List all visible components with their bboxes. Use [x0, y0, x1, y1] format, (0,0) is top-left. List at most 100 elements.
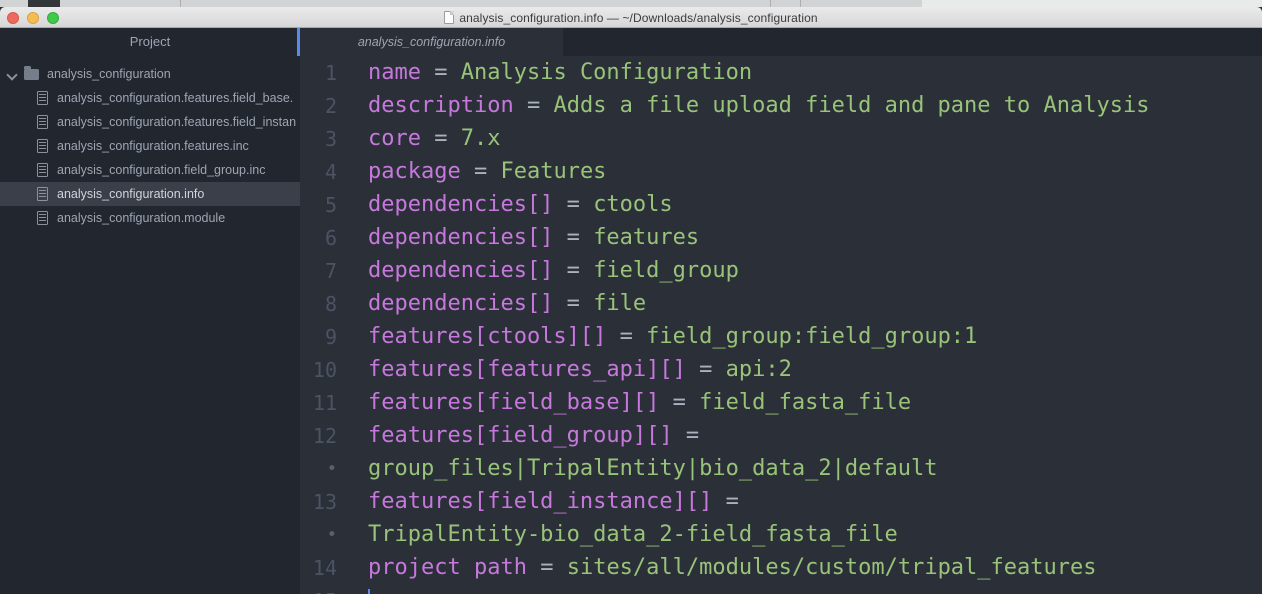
code-line-text: project path = sites/all/modules/custom/…	[352, 555, 1097, 580]
code-segment: project path	[368, 555, 527, 580]
project-sidebar[interactable]: Project analysis_configuration analysis_…	[0, 28, 300, 594]
code-segment: =	[527, 555, 567, 580]
code-line-text: features[field_instance][] =	[352, 489, 739, 514]
editor-pane: analysis_configuration.info 1 name = Ana…	[300, 28, 1262, 594]
code-line-text: core = 7.x	[352, 126, 500, 151]
tree-item[interactable]: analysis_configuration.features.field_in…	[0, 110, 300, 134]
code-segment: =	[514, 93, 554, 118]
code-line[interactable]: 13 features[field_instance][] =	[300, 485, 1262, 518]
line-number[interactable]: 12	[300, 424, 352, 448]
tree-item[interactable]: analysis_configuration.features.field_ba…	[0, 86, 300, 110]
tree-item[interactable]: analysis_configuration.module	[0, 206, 300, 230]
active-pane-accent	[297, 28, 300, 56]
code-segment: =	[421, 126, 461, 151]
line-number[interactable]: 3	[300, 127, 352, 151]
code-segment: Features	[500, 159, 606, 184]
code-line[interactable]: 14 project path = sites/all/modules/cust…	[300, 551, 1262, 584]
background-window-divider	[800, 0, 801, 7]
tree-item-label: analysis_configuration.field_group.inc	[57, 163, 265, 177]
code-line[interactable]: • group_files|TripalEntity|bio_data_2|de…	[300, 452, 1262, 485]
tab-label: analysis_configuration.info	[358, 35, 505, 49]
line-number[interactable]: 8	[300, 292, 352, 316]
line-number[interactable]: •	[300, 525, 352, 545]
code-line-text: dependencies[] = features	[352, 225, 699, 250]
code-line[interactable]: 8 dependencies[] = file	[300, 287, 1262, 320]
code-segment: features[ctools][]	[368, 324, 606, 349]
tree-item[interactable]: analysis_configuration.info	[0, 182, 300, 206]
code-segment: field_fasta_file	[699, 390, 911, 415]
code-line-text: features[features_api][] = api:2	[352, 357, 792, 382]
line-number[interactable]: 14	[300, 556, 352, 580]
code-segment: name	[368, 60, 421, 85]
main-area: Project analysis_configuration analysis_…	[0, 28, 1262, 594]
code-line-text	[352, 588, 370, 594]
tree-item-label: analysis_configuration.info	[57, 187, 204, 201]
code-line[interactable]: 15	[300, 584, 1262, 594]
line-number[interactable]: 7	[300, 259, 352, 283]
code-segment: features[field_group][]	[368, 423, 673, 448]
line-number[interactable]: 1	[300, 61, 352, 85]
code-line[interactable]: 10 features[features_api][] = api:2	[300, 353, 1262, 386]
file-tree: analysis_configuration analysis_configur…	[0, 62, 300, 230]
code-line-text: features[field_group][] =	[352, 423, 699, 448]
code-segment: =	[421, 60, 461, 85]
line-number[interactable]: 10	[300, 358, 352, 382]
line-number[interactable]: 11	[300, 391, 352, 415]
file-icon	[37, 139, 48, 153]
code-segment: core	[368, 126, 421, 151]
code-segment: Adds a file upload field and pane to Ana…	[553, 93, 1149, 118]
code-line[interactable]: 1 name = Analysis Configuration	[300, 56, 1262, 89]
code-segment: api:2	[726, 357, 792, 382]
code-line[interactable]: • TripalEntity-bio_data_2-field_fasta_fi…	[300, 518, 1262, 551]
file-wrap: analysis_configuration.features.field_in…	[37, 115, 296, 129]
line-number[interactable]: 2	[300, 94, 352, 118]
tree-item[interactable]: analysis_configuration.features.inc	[0, 134, 300, 158]
file-wrap: analysis_configuration.info	[37, 187, 204, 201]
code-line[interactable]: 9 features[ctools][] = field_group:field…	[300, 320, 1262, 353]
code-line-text: TripalEntity-bio_data_2-field_fasta_file	[352, 522, 898, 547]
tree-item-label: analysis_configuration.features.field_ba…	[57, 91, 293, 105]
code-segment: =	[686, 357, 726, 382]
line-number[interactable]: •	[300, 459, 352, 479]
title-wrap: analysis_configuration.info — ~/Download…	[0, 7, 1262, 28]
code-line[interactable]: 2 description = Adds a file upload field…	[300, 89, 1262, 122]
file-icon	[37, 211, 48, 225]
code-line[interactable]: 5 dependencies[] = ctools	[300, 188, 1262, 221]
file-wrap: analysis_configuration.field_group.inc	[37, 163, 265, 177]
code-editor[interactable]: 1 name = Analysis Configuration 2 descri…	[300, 56, 1262, 594]
tree-item[interactable]: analysis_configuration.field_group.inc	[0, 158, 300, 182]
tab-bar: analysis_configuration.info	[300, 28, 1262, 56]
code-line[interactable]: 6 dependencies[] = features	[300, 221, 1262, 254]
code-line[interactable]: 4 package = Features	[300, 155, 1262, 188]
code-line[interactable]: 7 dependencies[] = field_group	[300, 254, 1262, 287]
file-wrap: analysis_configuration.module	[37, 211, 225, 225]
chevron-down-icon[interactable]	[8, 70, 16, 78]
code-line-text: dependencies[] = file	[352, 291, 646, 316]
code-segment: 7.x	[461, 126, 501, 151]
line-number[interactable]: 15	[300, 589, 352, 594]
code-segment: field_group	[593, 258, 739, 283]
tree-root-folder[interactable]: analysis_configuration	[0, 62, 300, 86]
code-segment: features	[593, 225, 699, 250]
line-number[interactable]: 13	[300, 490, 352, 514]
line-number[interactable]: 4	[300, 160, 352, 184]
background-window-bright-segment	[922, 0, 1262, 7]
code-line-text: features[ctools][] = field_group:field_g…	[352, 324, 977, 349]
file-wrap: analysis_configuration.features.field_ba…	[37, 91, 293, 105]
code-line[interactable]: 12 features[field_group][] =	[300, 419, 1262, 452]
background-window-divider	[180, 0, 181, 7]
window-title: analysis_configuration.info — ~/Download…	[459, 11, 817, 25]
tab-analysis-configuration-info[interactable]: analysis_configuration.info	[300, 28, 563, 56]
code-segment: group_files|TripalEntity|bio_data_2|defa…	[368, 456, 938, 481]
background-window-sliver	[0, 0, 1262, 7]
file-icon	[37, 163, 48, 177]
code-segment: ctools	[593, 192, 672, 217]
line-number[interactable]: 9	[300, 325, 352, 349]
line-number[interactable]: 6	[300, 226, 352, 250]
code-line[interactable]: 3 core = 7.x	[300, 122, 1262, 155]
file-icon	[37, 91, 48, 105]
code-line[interactable]: 11 features[field_base][] = field_fasta_…	[300, 386, 1262, 419]
line-number[interactable]: 5	[300, 193, 352, 217]
code-segment: =	[673, 423, 700, 448]
text-cursor	[368, 589, 370, 594]
